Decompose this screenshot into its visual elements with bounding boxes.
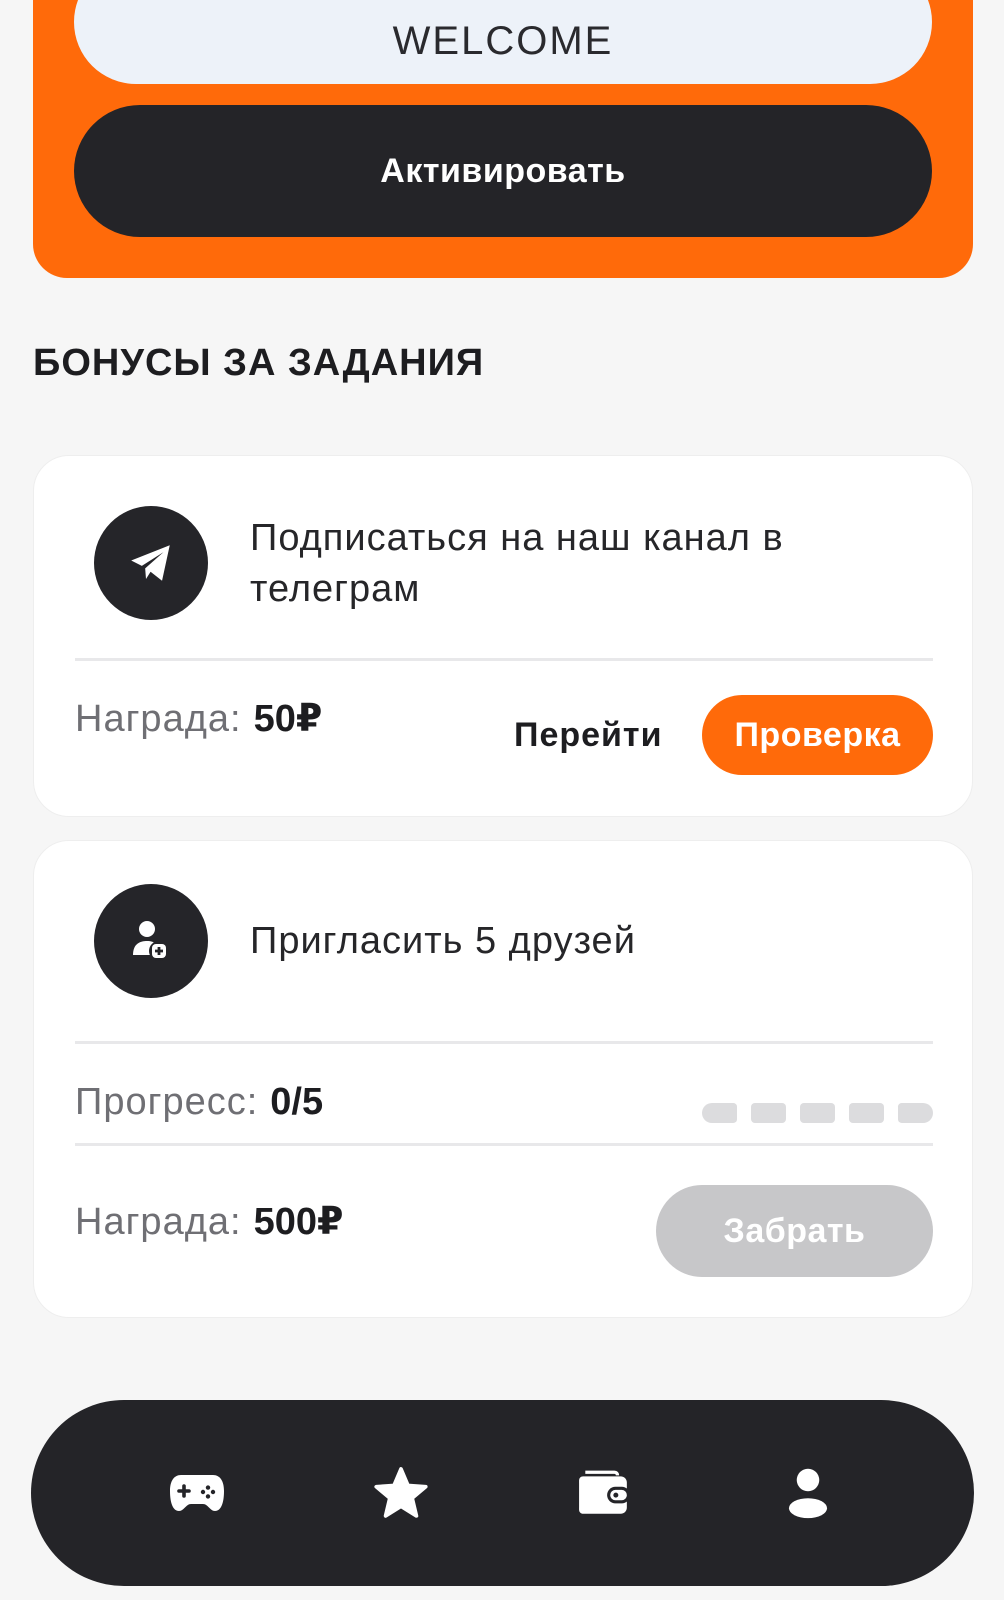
- task-title: Подписаться на наш канал в телеграм: [250, 517, 784, 610]
- add-user-icon: [94, 884, 208, 998]
- wallet-icon: [579, 1470, 631, 1514]
- task-card-telegram: Подписаться на наш канал в телеграм Нагр…: [33, 455, 973, 817]
- gamepad-icon: [169, 1475, 224, 1511]
- star-icon: [374, 1467, 428, 1518]
- reward-label: Награда:: [75, 698, 242, 740]
- task-card-invite: Пригласить 5 друзей Прогресс: 0/5 Награда…: [33, 840, 973, 1318]
- progress-segment: [800, 1103, 835, 1123]
- section-title: БОНУСЫ ЗА ЗАДАНИЯ: [33, 342, 485, 384]
- progress-segment: [898, 1103, 933, 1123]
- nav-favorites[interactable]: [361, 1453, 441, 1533]
- promo-code-input[interactable]: [74, 0, 932, 84]
- progress-segment: [702, 1103, 737, 1123]
- reward-label: Награда:: [75, 1201, 242, 1243]
- divider: [75, 1041, 933, 1044]
- claim-button[interactable]: Забрать: [656, 1185, 933, 1277]
- nav-games[interactable]: [157, 1453, 237, 1533]
- progress-bar: [702, 1103, 933, 1125]
- divider: [75, 658, 933, 661]
- progress-segment: [849, 1103, 884, 1123]
- nav-wallet[interactable]: [564, 1453, 644, 1533]
- task-title: Пригласить 5 друзей: [250, 920, 636, 962]
- divider: [75, 1143, 933, 1146]
- promo-card: Активировать: [33, 0, 973, 278]
- reward-row: Награда: 50₽: [75, 696, 322, 741]
- reward-value: 500₽: [253, 1201, 344, 1243]
- nav-profile[interactable]: [768, 1453, 848, 1533]
- progress-label: Прогресс:: [75, 1081, 259, 1123]
- goto-button[interactable]: Перейти: [514, 695, 662, 775]
- activate-button[interactable]: Активировать: [74, 105, 932, 237]
- progress-segment: [751, 1103, 786, 1123]
- progress-row: Прогресс: 0/5: [75, 1081, 323, 1124]
- telegram-icon: [94, 506, 208, 620]
- check-button[interactable]: Проверка: [702, 695, 933, 775]
- reward-value: 50₽: [253, 698, 323, 740]
- progress-value: 0/5: [270, 1081, 324, 1123]
- bottom-nav: [31, 1400, 974, 1586]
- user-icon: [789, 1468, 828, 1519]
- reward-row: Награда: 500₽: [75, 1199, 343, 1244]
